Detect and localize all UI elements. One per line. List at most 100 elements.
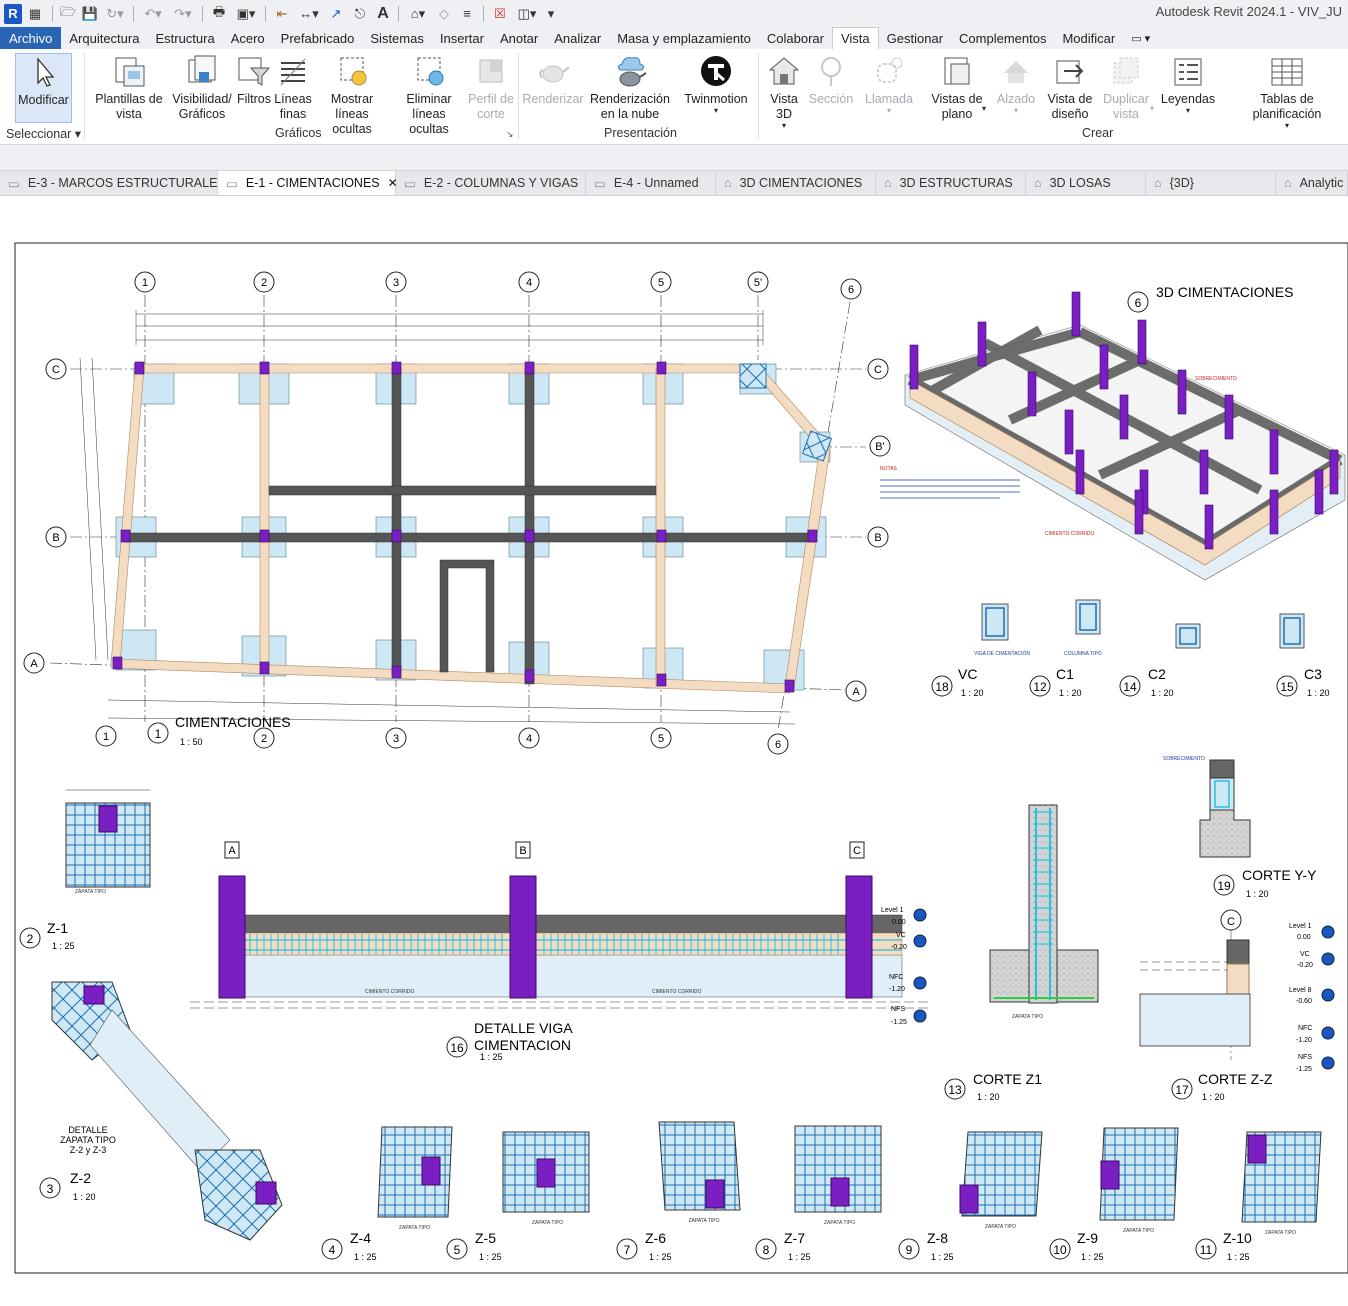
- text-icon[interactable]: A: [372, 4, 394, 24]
- tag-all-icon[interactable]: ⎋: [348, 4, 372, 24]
- duplicate-dropdown-icon[interactable]: ▾: [1150, 104, 1154, 113]
- tag-icon[interactable]: ↗: [324, 4, 348, 24]
- view-tab-label: Analytic: [1299, 176, 1344, 190]
- view-templates-button[interactable]: Plantillas de vista: [95, 53, 163, 122]
- view-tab[interactable]: ⌂ 3D ESTRUCTURAS: [876, 171, 1026, 195]
- grid-bubble-bottom-label: 5: [658, 733, 664, 745]
- view-templates-label-1: Plantillas de: [95, 92, 163, 106]
- switch-windows-icon[interactable]: ◫▾: [512, 4, 542, 24]
- filters-button[interactable]: Filtros: [236, 53, 272, 107]
- notes-text: [880, 479, 1020, 499]
- view-3d-button[interactable]: Vista 3D ▾: [764, 53, 804, 130]
- sheet-drawing[interactable]: 1 2 3 4 5 5'61 2 3 4 5 6C CB BAAB' CIMENTACIONES 1 1…: [0, 197, 1348, 1301]
- visibility-graphics-button[interactable]: Visibilidad/Gráficos: [170, 53, 234, 122]
- schedules-button[interactable]: Tablas de planificación ▾: [1228, 53, 1346, 130]
- modify-button[interactable]: Modificar: [15, 53, 72, 123]
- column-mark: [524, 669, 535, 683]
- export-icon[interactable]: ▣▾: [231, 4, 261, 24]
- tab-complementos[interactable]: Complementos: [951, 27, 1054, 49]
- view-tab[interactable]: ⌂ 3D CIMENTACIONES: [716, 171, 876, 195]
- tab-prefabricado[interactable]: Prefabricado: [273, 27, 363, 49]
- tab-analizar[interactable]: Analizar: [546, 27, 609, 49]
- view-tab[interactable]: ▭ E-2 - COLUMNAS Y VIGAS: [396, 171, 586, 195]
- sync-icon[interactable]: ↻▾: [101, 4, 129, 24]
- beam-grid-label: A: [228, 845, 236, 857]
- view-tab-label: E-3 - MARCOS ESTRUCTURALES: [27, 176, 226, 190]
- ribbon-options-icon[interactable]: ▭ ▾: [1123, 27, 1158, 49]
- tab-estructura[interactable]: Estructura: [147, 27, 222, 49]
- duplicate-view-button[interactable]: Duplicar vista: [1100, 53, 1152, 122]
- panel-launcher-icon[interactable]: ↘: [506, 129, 514, 140]
- tab-insertar[interactable]: Insertar: [432, 27, 492, 49]
- revit-logo[interactable]: R: [4, 3, 22, 24]
- tab-colaborar[interactable]: Colaborar: [759, 27, 832, 49]
- level-marker: [1321, 1056, 1335, 1070]
- twinmotion-button[interactable]: Twinmotion ▾: [682, 53, 750, 115]
- section-button[interactable]: Sección: [808, 53, 854, 107]
- open-icon[interactable]: 🗁: [57, 4, 79, 24]
- z2-title: Z-2: [70, 1170, 91, 1186]
- plan-views-dropdown-icon[interactable]: ▾: [982, 104, 986, 113]
- column-mark: [391, 665, 402, 679]
- view-templates-icon: [95, 53, 163, 89]
- column-mark: [524, 529, 535, 543]
- footing-caption: ZAPATA TIPO: [689, 1218, 720, 1224]
- view-tab[interactable]: ⌂ 3D LOSAS: [1026, 171, 1146, 195]
- tab-anotar[interactable]: Anotar: [492, 27, 546, 49]
- tab-vista[interactable]: Vista: [831, 27, 879, 49]
- column-mark: [120, 529, 131, 543]
- default-3d-icon[interactable]: ⌂▾: [403, 4, 433, 24]
- view-tab[interactable]: ▭ E-3 - MARCOS ESTRUCTURALES: [0, 171, 226, 195]
- level-marker: [1321, 952, 1335, 966]
- drafting-view-button[interactable]: Vista de diseño: [1044, 53, 1096, 122]
- callout-icon: [862, 53, 916, 89]
- tab-acero[interactable]: Acero: [223, 27, 273, 49]
- section-icon[interactable]: ◇: [433, 4, 455, 24]
- callout-label: Llamada: [865, 92, 913, 106]
- beam-detail-title-2: CIMENTACION: [474, 1037, 571, 1053]
- drafting-view-label-1: Vista de: [1047, 92, 1093, 106]
- cut-profile-label-2: corte: [477, 107, 505, 121]
- level-label: NFC: [1298, 1025, 1312, 1032]
- view-tab[interactable]: ▭ E-1 - CIMENTACIONES ✕: [218, 171, 398, 195]
- grid-bubble-bottom-label: 4: [526, 733, 532, 745]
- twinmotion-label: Twinmotion: [684, 92, 748, 106]
- customize-qat-icon[interactable]: ▾: [542, 4, 560, 24]
- footing-column: [705, 1179, 725, 1209]
- save-icon[interactable]: 💾: [79, 4, 101, 24]
- render-button[interactable]: Renderizar: [522, 53, 584, 107]
- select-panel-label[interactable]: Seleccionar ▾: [6, 126, 81, 141]
- cloud-render-button[interactable]: Renderización en la nube: [590, 53, 670, 122]
- redo-icon[interactable]: ↷▾: [168, 4, 198, 24]
- cut-profile-button[interactable]: Perfil de corte: [468, 53, 514, 122]
- corte-yy-scale: 1 : 20: [1246, 889, 1269, 899]
- callout-button[interactable]: Llamada ▾: [862, 53, 916, 115]
- measure-icon[interactable]: ⇤: [270, 4, 294, 24]
- tab-modificar[interactable]: Modificar: [1054, 27, 1123, 49]
- tab-gestionar[interactable]: Gestionar: [879, 27, 951, 49]
- view-tab[interactable]: ▭ E-4 - Unnamed: [586, 171, 716, 195]
- tab-masa-y-emplazamiento[interactable]: Masa y emplazamiento: [609, 27, 759, 49]
- column-view-number: 14: [1123, 680, 1137, 694]
- drawing-area[interactable]: 1 2 3 4 5 5' 6 1 2 3 4 5 6 C C B B A A B' CIMENTACIONES 1 1…: [0, 197, 1348, 1301]
- house-3d-icon: ⌂: [884, 176, 892, 190]
- home-icon[interactable]: ▦: [22, 4, 48, 24]
- view-tab[interactable]: ⌂ Analytic: [1276, 171, 1348, 195]
- thin-lines-button[interactable]: Líneas finas: [274, 53, 312, 122]
- dimension-icon[interactable]: ↔▾: [294, 4, 324, 24]
- remove-hidden-lines-button[interactable]: Eliminar líneas ocultas: [392, 53, 466, 137]
- thin-lines-icon[interactable]: ≡: [455, 4, 479, 24]
- elevation-button[interactable]: Alzado ▾: [994, 53, 1038, 115]
- plan-title: CIMENTACIONES: [175, 714, 291, 730]
- tab-arquitectura[interactable]: Arquitectura: [61, 27, 147, 49]
- view-tab[interactable]: ⌂ {3D}: [1146, 171, 1276, 195]
- tab-file[interactable]: Archivo: [0, 27, 62, 49]
- plan-views-button[interactable]: Vistas de plano: [928, 53, 986, 122]
- legends-button[interactable]: Leyendas ▾: [1160, 53, 1216, 115]
- show-hidden-lines-button[interactable]: Mostrar líneas ocultas: [314, 53, 390, 137]
- print-icon[interactable]: 🖶: [207, 4, 231, 24]
- tab-sistemas[interactable]: Sistemas: [362, 27, 431, 49]
- undo-icon[interactable]: ↶▾: [138, 4, 168, 24]
- footing-scale: 1 : 25: [1081, 1252, 1104, 1262]
- close-hidden-icon[interactable]: ☒: [488, 4, 512, 24]
